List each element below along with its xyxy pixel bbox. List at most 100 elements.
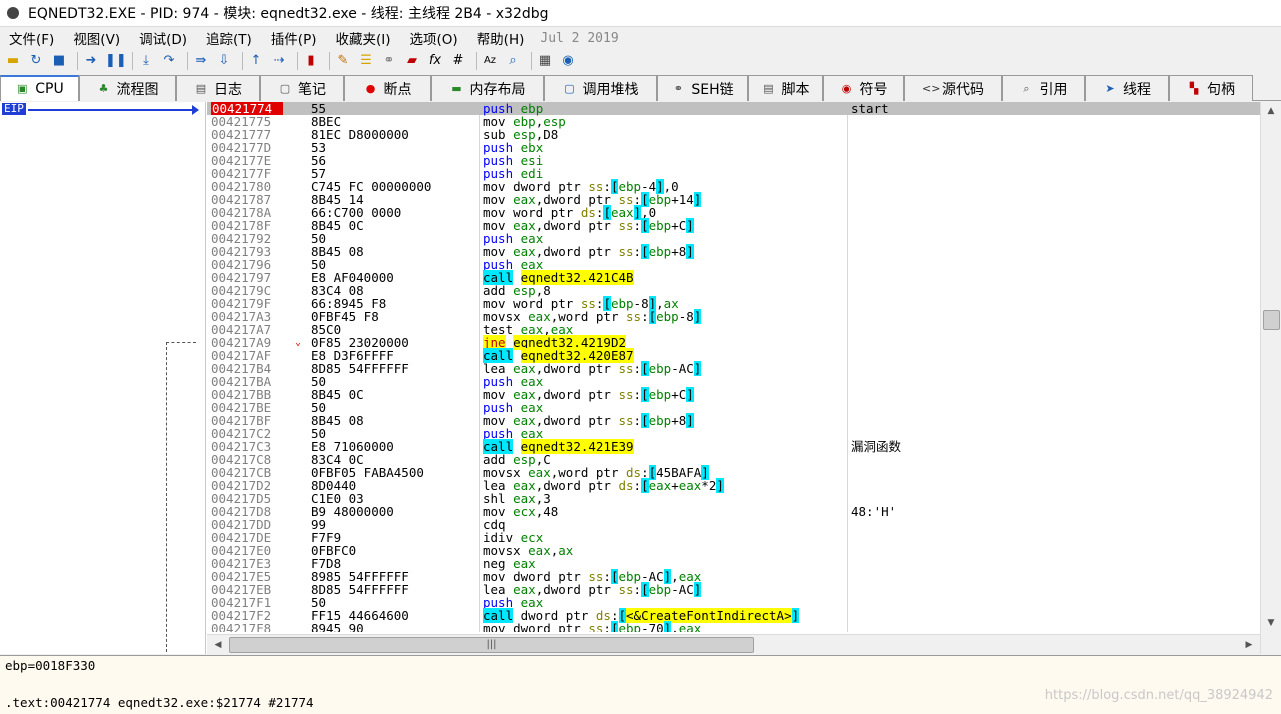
disasm-row[interactable]: 0042178A 66:C700 0000 mov word ptr ds:[eax… [207,205,1260,220]
tab-label: 笔记 [298,81,326,98]
disasm-row[interactable]: 004217F2 FF15 44664600 call dword ptr ds:[… [207,608,1260,623]
functions-icon[interactable]: ▰ [403,52,421,70]
tab-handles[interactable]: ▚ 句柄 [1169,75,1253,101]
patch-icon[interactable]: ▮ [302,52,320,70]
disasm-row[interactable]: 004217C3 E8 71060000 call eqnedt32.421E39 漏… [207,439,1260,454]
callstack-icon: ▢ [564,81,575,95]
bytes-cell: 8D85 54FFFFFF [311,361,409,376]
menu-favourites[interactable]: 收藏夹(I) [327,28,401,48]
disasm-row[interactable]: 00421780 C745 FC 00000000 mov dword ptr ss… [207,179,1260,194]
bytes-cell: 8945 90 [311,621,364,632]
tab-threads[interactable]: ➤ 线程 [1085,75,1169,101]
tab-seh[interactable]: ⚭ SEH链 [657,75,748,101]
step-over-icon[interactable]: ↷ [160,52,178,70]
tab-symbols[interactable]: ◉ 符号 [823,75,904,101]
disasm-row[interactable]: 0042177E 56 push esi [207,154,1260,167]
disasm-row[interactable]: 004217DD 99 cdq [207,518,1260,531]
record-icon[interactable]: ⇢ [270,52,288,70]
disasm-row[interactable]: 004217A3 0FBF45 F8 movsx eax,word ptr ss:[… [207,309,1260,324]
toolbar-separator [77,52,78,70]
disasm-row[interactable]: 004217B4 8D85 54FFFFFF lea eax,dword ptr s… [207,361,1260,376]
comments-icon[interactable]: ✎ [334,52,352,70]
search-icon[interactable]: ⌕ [504,52,522,70]
tab-cpu[interactable]: ▣ CPU [0,75,79,101]
disasm-row[interactable]: 00421792 50 push eax [207,232,1260,245]
scroll-thumb[interactable] [1263,310,1280,330]
tab-source[interactable]: <> 源代码 [904,75,1002,101]
toolbar-separator [132,52,133,70]
run-icon[interactable]: ➜ [82,52,100,70]
menu-file[interactable]: 文件(F) [0,28,64,48]
disasm-row[interactable]: 004217DE F7F9 idiv ecx [207,531,1260,544]
tab-notes[interactable]: ▢ 笔记 [260,75,344,101]
symbol-icon: ◉ [841,81,852,95]
disasm-row[interactable]: 004217BE 50 push eax [207,401,1260,414]
disasm-row[interactable]: 004217BB 8B45 0C mov eax,dword ptr ss:[ebp… [207,387,1260,402]
stop-icon[interactable]: ■ [50,52,68,70]
hash-icon[interactable]: # [449,52,467,70]
menu-options[interactable]: 选项(O) [401,28,468,48]
disasm-row[interactable]: 004217BA 50 push eax [207,375,1260,388]
disasm-row[interactable]: 0042178F 8B45 0C mov eax,dword ptr ss:[ebp… [207,218,1260,233]
calculator-icon[interactable]: ▦ [536,52,554,70]
open-icon[interactable]: ▬ [4,52,22,70]
comment-cell: 漏洞函数 [851,439,902,454]
disasm-row[interactable]: 004217D8 B9 48000000 mov ecx,48 48:'H' [207,505,1260,518]
disasm-row[interactable]: 00421793 8B45 08 mov eax,dword ptr ss:[ebp… [207,244,1260,259]
disasm-row[interactable]: 00421774 55 push ebp start [207,102,1260,115]
jump-indicator-icon: ⌄ [295,337,302,348]
labels-icon[interactable]: ☰ [357,52,375,70]
horizontal-scrollbar[interactable]: ◀ ||| ▶ [207,634,1260,654]
cpu-icon: ▣ [17,82,28,95]
disasm-row[interactable]: 004217BF 8B45 08 mov eax,dword ptr ss:[ebp… [207,413,1260,428]
disasm-row[interactable]: 00421797 E8 AF040000 call eqnedt32.421C4B [207,270,1260,285]
disasm-row[interactable]: 004217E0 0FBFC0 movsx eax,ax [207,544,1260,557]
disassembly-list[interactable]: 00421774 55 push ebp start 00421775 8BEC mov e… [207,102,1260,632]
scroll-left-icon[interactable]: ◀ [209,635,227,655]
cheat-icon[interactable]: ◉ [559,52,577,70]
execute-till-return-icon[interactable]: ⇩ [215,52,233,70]
restart-icon[interactable]: ↻ [27,52,45,70]
menu-debug[interactable]: 调试(D) [130,28,197,48]
tab-label: CPU [35,81,64,97]
bug-icon [4,4,22,22]
window-title: EQNEDT32.EXE - PID: 974 - 模块: eqnedt32.e… [28,6,549,22]
bytes-cell: 8D85 54FFFFFF [311,582,409,597]
tab-memory-map[interactable]: ▬ 内存布局 [431,75,544,101]
bytes-cell: 8B45 0C [311,218,364,233]
branch-gutter[interactable]: EIP [0,102,206,654]
step-into-icon[interactable]: ⤓ [137,52,155,70]
scroll-thumb[interactable]: ||| [229,637,754,653]
tab-graph[interactable]: ♣ 流程图 [79,75,176,101]
bytes-cell: 56 [311,153,327,168]
disasm-row[interactable]: 0042177D 53 push ebx [207,141,1260,154]
menu-view[interactable]: 视图(V) [64,28,130,48]
tab-script[interactable]: ▤ 脚本 [748,75,823,101]
menu-help[interactable]: 帮助(H) [468,28,535,48]
scroll-right-icon[interactable]: ▶ [1240,635,1258,655]
scroll-up-icon[interactable]: ▲ [1261,102,1281,120]
pause-icon[interactable]: ❚❚ [105,52,127,70]
fx-icon[interactable]: fx [426,52,444,70]
tab-call-stack[interactable]: ▢ 调用堆栈 [544,75,657,101]
log-icon: ▤ [195,81,207,95]
disasm-row[interactable]: 004217EB 8D85 54FFFFFF lea eax,dword ptr s… [207,582,1260,597]
tree-icon: ♣ [98,81,109,95]
menu-trace[interactable]: 追踪(T) [197,28,262,48]
tab-label: 内存布局 [469,81,526,98]
bookmarks-icon[interactable]: ⚭ [380,52,398,70]
vertical-scrollbar[interactable]: ▲ ▼ [1260,102,1281,654]
disasm-row[interactable]: 004217CB 0FBF05 FABA4500 movsx eax,word pt… [207,465,1260,480]
disasm-row[interactable]: 00421777 81EC D8000000 sub esp,D8 [207,128,1260,141]
animate-icon[interactable]: ↑ [247,52,265,70]
disasm-row[interactable]: 004217F8 8945 90 mov dword ptr ss:[ebp-70]… [207,621,1260,632]
tab-references[interactable]: ⌕ 引用 [1002,75,1085,101]
strings-icon[interactable]: Aᴢ [481,52,499,70]
toolbar: ▬ ↻ ■ ➜ ❚❚ ⤓ ↷ ⇛ ⇩ ↑ ⇢ ▮ ✎ ☰ ⚭ ▰ fx # Aᴢ… [0,49,1281,73]
menu-plugins[interactable]: 插件(P) [262,28,327,48]
tab-breakpoints[interactable]: ● 断点 [344,75,431,101]
disasm-row[interactable]: 004217D2 8D0440 lea eax,dword ptr ds:[eax+… [207,478,1260,493]
tab-log[interactable]: ▤ 日志 [176,75,260,101]
run-to-user-icon[interactable]: ⇛ [192,52,210,70]
scroll-down-icon[interactable]: ▼ [1261,614,1281,632]
